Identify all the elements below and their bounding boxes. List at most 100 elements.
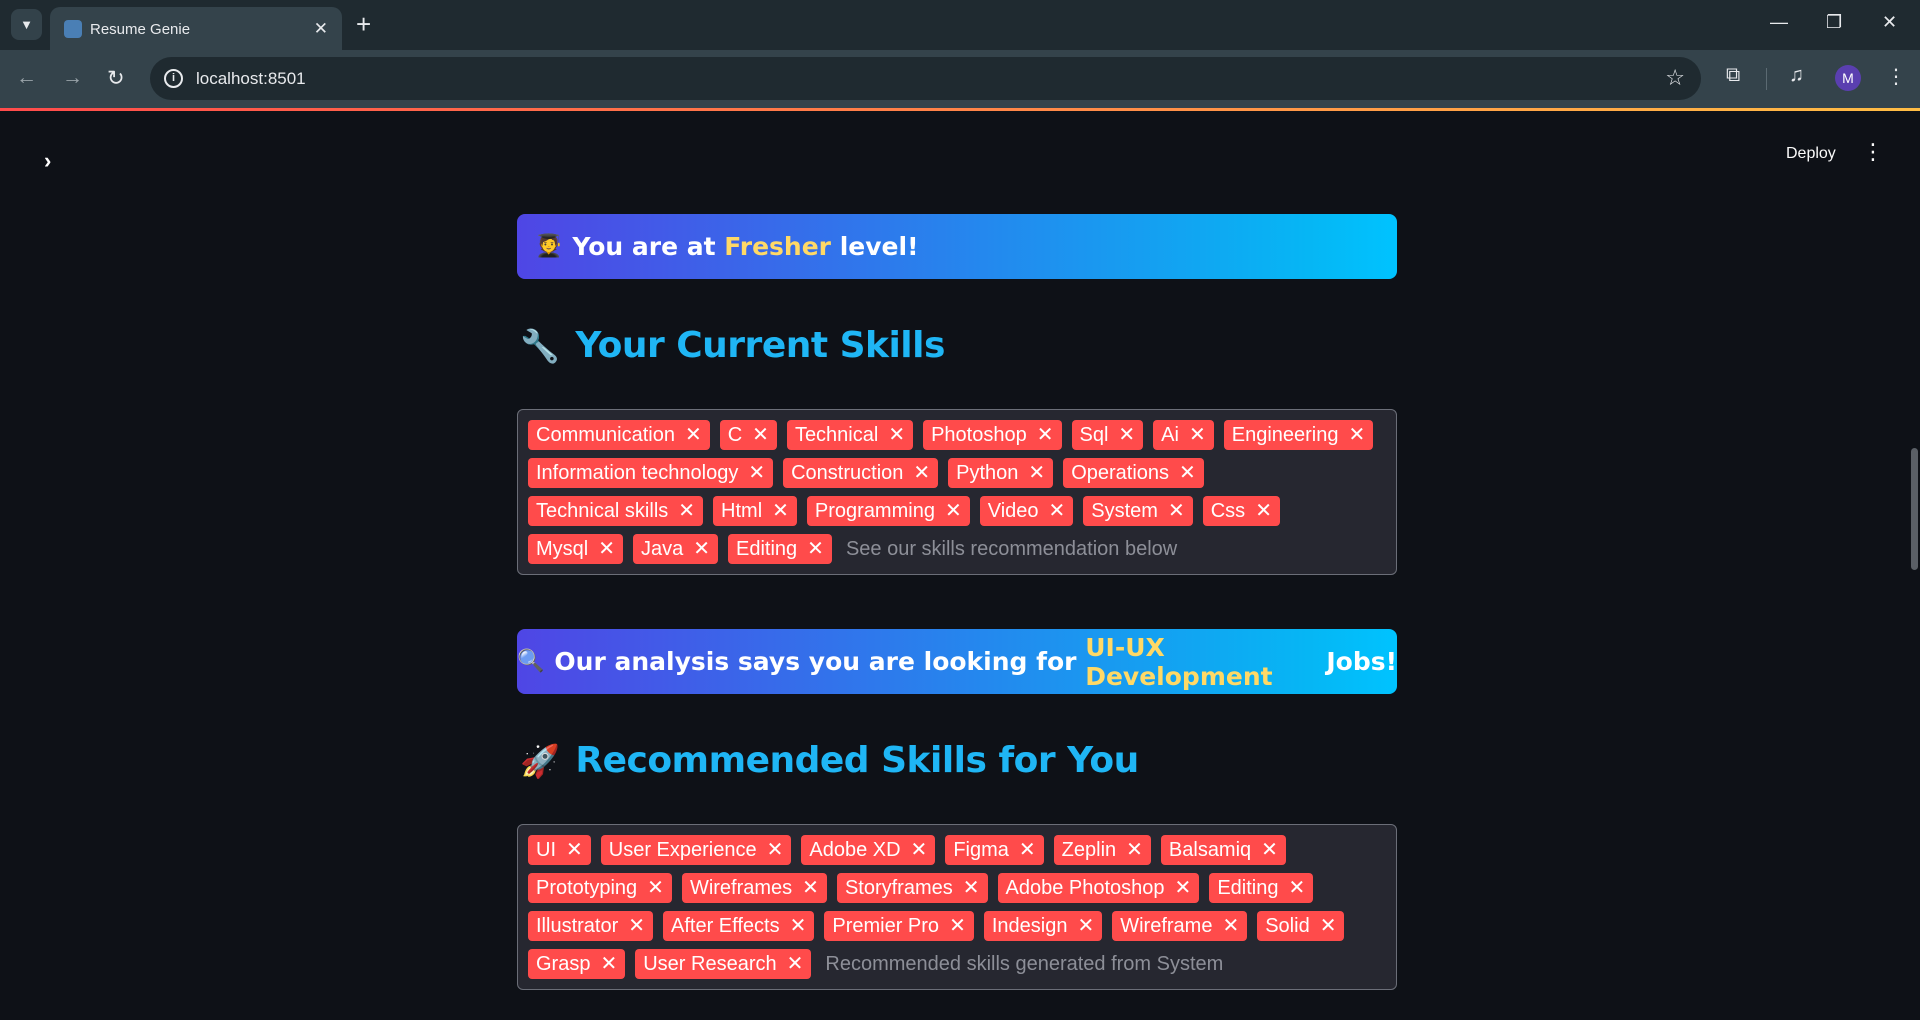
close-icon[interactable]: ✕	[693, 539, 710, 559]
close-icon[interactable]: ✕	[1126, 840, 1143, 860]
close-icon[interactable]: ✕	[945, 501, 962, 521]
skill-tag[interactable]: Figma ✕	[945, 835, 1044, 865]
skill-tag[interactable]: Storyframes ✕	[836, 873, 988, 903]
skill-tag[interactable]: Indesign ✕	[983, 911, 1103, 941]
skill-tag[interactable]: Premier Pro ✕	[824, 911, 974, 941]
skill-tag[interactable]: Technical ✕	[786, 420, 914, 450]
skill-tag[interactable]: Construction ✕	[783, 458, 939, 488]
close-icon[interactable]: ✕	[748, 463, 765, 483]
skill-tag[interactable]: System ✕	[1083, 496, 1193, 526]
skill-tag[interactable]: Communication ✕	[528, 420, 710, 450]
close-icon[interactable]: ✕	[1049, 501, 1066, 521]
more-vertical-icon[interactable]: ⋮	[1862, 141, 1884, 163]
deploy-button[interactable]: Deploy	[1786, 145, 1836, 163]
close-icon[interactable]: ✕	[1168, 501, 1185, 521]
skill-tag[interactable]: User Research ✕	[635, 949, 812, 979]
close-icon[interactable]: ✕	[787, 954, 804, 974]
close-icon[interactable]: ✕	[1028, 463, 1045, 483]
close-icon[interactable]: ✕	[1077, 916, 1094, 936]
close-icon[interactable]: ✕	[949, 916, 966, 936]
close-icon[interactable]: ✕	[1189, 425, 1206, 445]
skill-tag[interactable]: Editing ✕	[728, 534, 832, 564]
close-icon[interactable]: ✕	[790, 916, 807, 936]
skill-tag[interactable]: Operations ✕	[1063, 458, 1204, 488]
skill-tag[interactable]: Mysql ✕	[528, 534, 623, 564]
skill-tag[interactable]: Sql ✕	[1071, 420, 1144, 450]
close-icon[interactable]: ✕	[685, 425, 702, 445]
close-icon[interactable]: ✕	[802, 878, 819, 898]
skill-tag[interactable]: Illustrator ✕	[528, 911, 654, 941]
skill-tag[interactable]: Technical skills ✕	[528, 496, 704, 526]
close-icon[interactable]: ✕	[628, 916, 645, 936]
skill-tag[interactable]: Adobe Photoshop ✕	[997, 873, 1200, 903]
skill-tag[interactable]: Adobe XD ✕	[801, 835, 936, 865]
close-icon[interactable]: ✕	[911, 840, 928, 860]
close-icon[interactable]: ✕	[752, 425, 769, 445]
skill-tag[interactable]: C ✕	[719, 420, 777, 450]
skill-tag[interactable]: Prototyping ✕	[528, 873, 672, 903]
profile-avatar[interactable]: M	[1835, 65, 1861, 91]
current-skills-input[interactable]: Communication ✕ C ✕ Technical ✕ Photoshop ✕ Sql ✕…	[517, 409, 1397, 575]
forward-icon[interactable]: →	[62, 66, 83, 90]
skill-tag[interactable]: Grasp ✕	[528, 949, 626, 979]
skill-tag[interactable]: Java ✕	[633, 534, 719, 564]
close-icon[interactable]: ✕	[600, 954, 617, 974]
minimize-icon[interactable]: —	[1770, 12, 1788, 33]
skill-tag[interactable]: Video ✕	[979, 496, 1074, 526]
close-icon[interactable]: ✕	[647, 878, 664, 898]
skill-tag[interactable]: Html ✕	[713, 496, 797, 526]
close-icon[interactable]: ✕	[1261, 840, 1278, 860]
close-icon[interactable]: ✕	[566, 840, 583, 860]
skill-tag[interactable]: Engineering ✕	[1223, 420, 1374, 450]
restore-icon[interactable]: ❐	[1826, 12, 1842, 33]
close-icon[interactable]: ✕	[1320, 916, 1337, 936]
reload-icon[interactable]: ↻	[107, 66, 125, 91]
site-info-icon[interactable]: i	[164, 69, 183, 88]
close-icon[interactable]: ✕	[1348, 425, 1365, 445]
close-icon[interactable]: ✕	[767, 840, 784, 860]
close-tab-icon[interactable]: ✕	[314, 19, 328, 39]
close-icon[interactable]: ✕	[1118, 425, 1135, 445]
close-icon[interactable]: ✕	[598, 539, 615, 559]
close-icon[interactable]: ✕	[1255, 501, 1272, 521]
back-icon[interactable]: ←	[16, 66, 37, 90]
skill-tag[interactable]: After Effects ✕	[663, 911, 815, 941]
bookmark-star-icon[interactable]: ☆	[1665, 65, 1685, 91]
media-controls-icon[interactable]: ♫	[1789, 64, 1804, 87]
tag-input-placeholder[interactable]: See our skills recommendation below	[846, 534, 1177, 564]
skill-tag[interactable]: Balsamiq ✕	[1160, 835, 1286, 865]
close-icon[interactable]: ✕	[1175, 878, 1192, 898]
window-close-icon[interactable]: ✕	[1882, 12, 1897, 33]
page-scrollbar[interactable]	[1911, 448, 1918, 570]
skill-tag[interactable]: Photoshop ✕	[923, 420, 1062, 450]
skill-tag[interactable]: Editing ✕	[1209, 873, 1314, 903]
chevron-right-icon[interactable]: ›	[44, 148, 51, 174]
close-icon[interactable]: ✕	[772, 501, 789, 521]
skill-tag[interactable]: Solid ✕	[1257, 911, 1345, 941]
close-icon[interactable]: ✕	[888, 425, 905, 445]
close-icon[interactable]: ✕	[1222, 916, 1239, 936]
close-icon[interactable]: ✕	[1288, 878, 1305, 898]
close-icon[interactable]: ✕	[963, 878, 980, 898]
extensions-icon[interactable]: ⧉	[1726, 64, 1740, 87]
skill-tag[interactable]: Wireframe ✕	[1112, 911, 1248, 941]
address-bar[interactable]: i localhost:8501 ☆	[150, 57, 1701, 100]
close-icon[interactable]: ✕	[807, 539, 824, 559]
skill-tag[interactable]: Zeplin ✕	[1053, 835, 1151, 865]
close-icon[interactable]: ✕	[1019, 840, 1036, 860]
skill-tag[interactable]: Information technology ✕	[528, 458, 774, 488]
skill-tag[interactable]: Programming ✕	[806, 496, 970, 526]
recommended-skills-input[interactable]: UI ✕ User Experience ✕ Adobe XD ✕ Figma ✕ Zeplin…	[517, 824, 1397, 990]
tab-search-button[interactable]: ▼	[11, 9, 42, 40]
skill-tag[interactable]: Wireframes ✕	[681, 873, 827, 903]
skill-tag[interactable]: Python ✕	[948, 458, 1054, 488]
close-icon[interactable]: ✕	[913, 463, 930, 483]
skill-tag[interactable]: UI ✕	[528, 835, 591, 865]
new-tab-button[interactable]: +	[356, 10, 371, 38]
url-text[interactable]: localhost:8501	[196, 69, 306, 89]
tag-input-placeholder[interactable]: Recommended skills generated from System	[825, 949, 1223, 979]
browser-tab[interactable]: Resume Genie ✕	[50, 7, 342, 50]
close-icon[interactable]: ✕	[1179, 463, 1196, 483]
close-icon[interactable]: ✕	[678, 501, 695, 521]
skill-tag[interactable]: Ai ✕	[1153, 420, 1214, 450]
